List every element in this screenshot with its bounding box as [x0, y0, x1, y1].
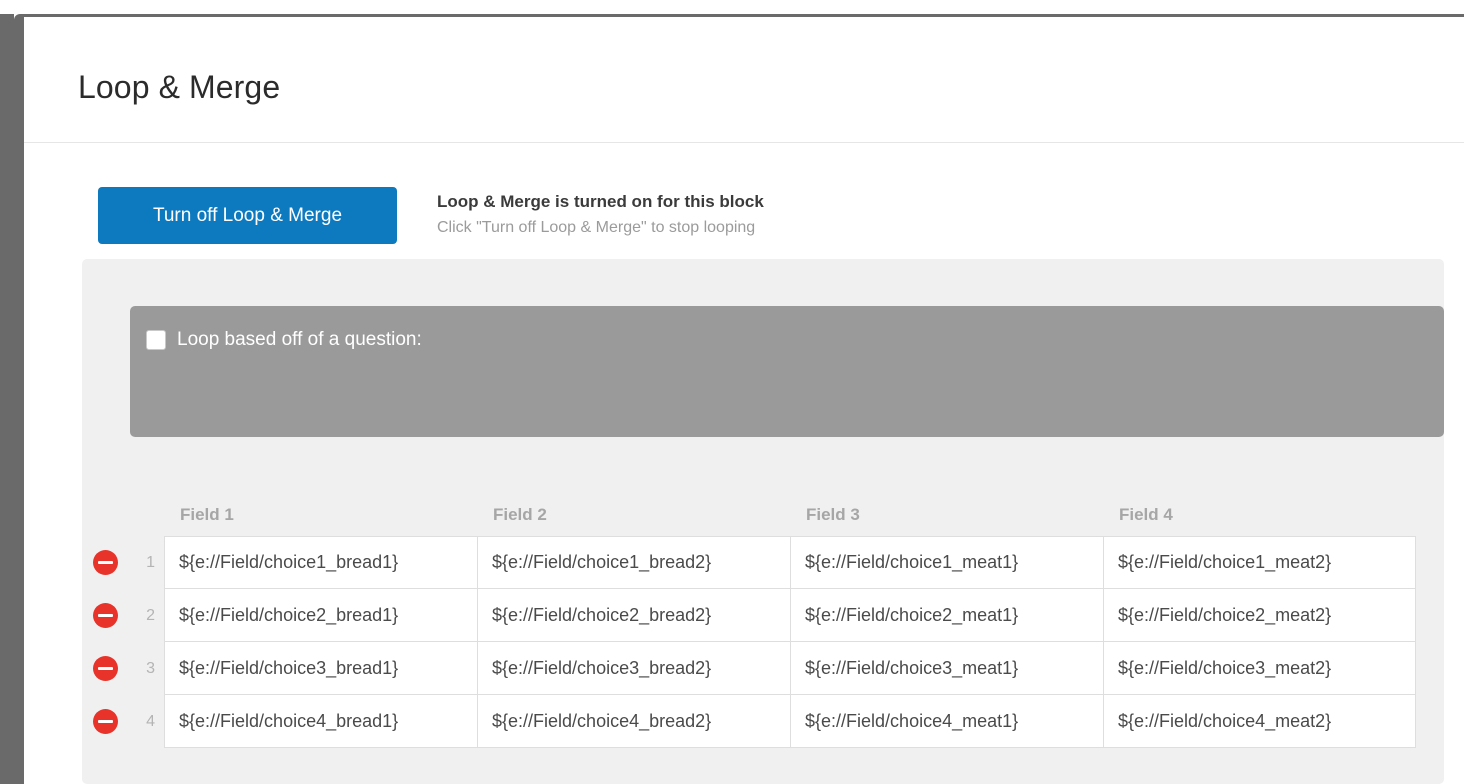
remove-row-cell[interactable] — [82, 695, 128, 748]
remove-circle-icon[interactable] — [92, 550, 118, 575]
dialog-body: Turn off Loop & Merge Loop & Merge is tu… — [24, 144, 1464, 784]
field-input-r1-c3[interactable]: ${e://Field/choice1_meat1} — [790, 536, 1103, 589]
loop-configuration-panel: Loop based off of a question: Field 1 Fie… — [82, 259, 1444, 784]
loop-question-checkbox-row[interactable]: Loop based off of a question: — [146, 329, 422, 351]
field-input-r2-c2[interactable]: ${e://Field/choice2_bread2} — [477, 589, 790, 642]
field-input-r1-c1[interactable]: ${e://Field/choice1_bread1} — [164, 536, 477, 589]
table-row: 4 ${e://Field/choice4_bread1} ${e://Field/… — [82, 695, 1444, 748]
loop-and-merge-dialog: Loop & Merge Turn off Loop & Merge Loop … — [14, 14, 1464, 784]
table-body: 1 ${e://Field/choice1_bread1} ${e://Field/… — [82, 536, 1444, 748]
loop-field-table: Field 1 Field 2 Field 3 Field 4 1 ${e://Fiel… — [82, 494, 1444, 748]
status-subtitle: Click "Turn off Loop & Merge" to stop lo… — [437, 219, 756, 236]
row-number: 4 — [146, 712, 155, 730]
remove-circle-icon[interactable] — [92, 709, 118, 734]
column-header-field-1: Field 1 — [180, 505, 234, 524]
field-input-r4-c2[interactable]: ${e://Field/choice4_bread2} — [477, 695, 790, 748]
row-number: 2 — [146, 606, 155, 624]
field-input-r3-c1[interactable]: ${e://Field/choice3_bread1} — [164, 642, 477, 695]
column-header-field-4: Field 4 — [1119, 505, 1173, 524]
turn-off-loop-merge-button[interactable]: Turn off Loop & Merge — [98, 187, 397, 244]
remove-circle-icon[interactable] — [92, 603, 118, 628]
loop-merge-status: Loop & Merge is turned on for this block… — [437, 190, 1137, 240]
loop-based-off-question-label: Loop based off of a question: — [177, 329, 422, 350]
column-header-field-2: Field 2 — [493, 505, 547, 524]
field-input-r2-c1[interactable]: ${e://Field/choice2_bread1} — [164, 589, 477, 642]
field-input-r2-c4[interactable]: ${e://Field/choice2_meat2} — [1103, 589, 1416, 642]
field-input-r4-c1[interactable]: ${e://Field/choice4_bread1} — [164, 695, 477, 748]
remove-row-cell[interactable] — [82, 589, 128, 642]
table-header-row: Field 1 Field 2 Field 3 Field 4 — [82, 494, 1444, 536]
table-row: 1 ${e://Field/choice1_bread1} ${e://Field/… — [82, 536, 1444, 589]
dialog-header: Loop & Merge — [24, 17, 1464, 143]
field-input-r3-c4[interactable]: ${e://Field/choice3_meat2} — [1103, 642, 1416, 695]
field-input-r1-c2[interactable]: ${e://Field/choice1_bread2} — [477, 536, 790, 589]
column-header-field-3: Field 3 — [806, 505, 860, 524]
loop-merge-toggle-row: Turn off Loop & Merge Loop & Merge is tu… — [24, 160, 1464, 250]
remove-row-cell[interactable] — [82, 642, 128, 695]
row-number: 3 — [146, 659, 155, 677]
field-input-r4-c3[interactable]: ${e://Field/choice4_meat1} — [790, 695, 1103, 748]
field-input-r1-c4[interactable]: ${e://Field/choice1_meat2} — [1103, 536, 1416, 589]
table-row: 3 ${e://Field/choice3_bread1} ${e://Field/… — [82, 642, 1444, 695]
row-number: 1 — [146, 553, 155, 571]
status-title: Loop & Merge is turned on for this block — [437, 192, 764, 211]
remove-circle-icon[interactable] — [92, 656, 118, 681]
field-input-r4-c4[interactable]: ${e://Field/choice4_meat2} — [1103, 695, 1416, 748]
remove-row-cell[interactable] — [82, 536, 128, 589]
modal-overlay-strip — [0, 14, 14, 784]
field-input-r3-c2[interactable]: ${e://Field/choice3_bread2} — [477, 642, 790, 695]
field-input-r3-c3[interactable]: ${e://Field/choice3_meat1} — [790, 642, 1103, 695]
loop-based-off-question-checkbox[interactable] — [146, 330, 166, 350]
table-row: 2 ${e://Field/choice2_bread1} ${e://Field/… — [82, 589, 1444, 642]
field-input-r2-c3[interactable]: ${e://Field/choice2_meat1} — [790, 589, 1103, 642]
loop-question-box: Loop based off of a question: — [130, 306, 1444, 437]
page-title: Loop & Merge — [78, 69, 281, 105]
dialog-inner: Loop & Merge Turn off Loop & Merge Loop … — [24, 17, 1464, 784]
